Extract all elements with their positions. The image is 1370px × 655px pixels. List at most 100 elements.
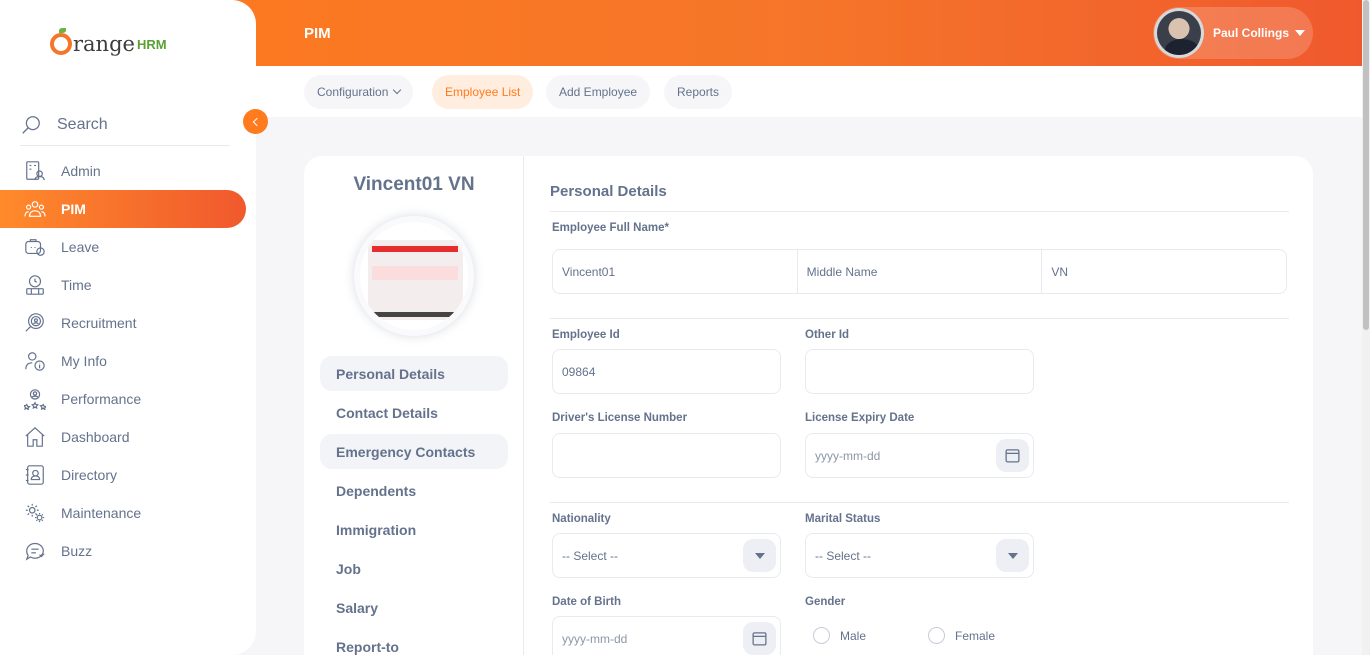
dob-label: Date of Birth xyxy=(552,596,621,608)
caret-down-icon xyxy=(754,552,765,559)
caret-down-icon xyxy=(1295,30,1306,36)
marital-status-select[interactable]: -- Select -- xyxy=(805,533,1034,578)
license-number-label: Driver's License Number xyxy=(552,412,688,424)
license-expiry-label: License Expiry Date xyxy=(805,412,915,424)
sidebar-item-leave[interactable]: Leave xyxy=(0,228,246,266)
other-id-label: Other Id xyxy=(805,329,850,341)
tab-personal-details[interactable]: Personal Details xyxy=(320,356,508,391)
recruitment-icon xyxy=(25,313,44,332)
sidebar-collapse-button[interactable] xyxy=(243,109,268,134)
performance-icon xyxy=(24,389,46,410)
pim-icon xyxy=(24,201,46,217)
nationality-value: -- Select -- xyxy=(562,548,619,563)
module-title: PIM xyxy=(304,25,331,42)
employee-id-label: Employee Id xyxy=(552,329,620,341)
sidebar-search[interactable]: Search xyxy=(20,104,230,146)
sidebar-item-performance[interactable]: Performance xyxy=(0,380,246,418)
last-name-input[interactable]: VN xyxy=(1042,250,1286,293)
logo-word: range xyxy=(73,32,135,56)
dob-input[interactable]: yyyy-mm-dd xyxy=(552,616,781,655)
sidebar-item-label: Dashboard xyxy=(61,429,130,445)
logo-suffix: HRM xyxy=(136,36,167,52)
maintenance-icon xyxy=(25,503,45,523)
reports-link[interactable]: Reports xyxy=(664,75,733,109)
employee-photo[interactable] xyxy=(354,216,474,336)
gender-label: Gender xyxy=(805,596,846,608)
admin-icon xyxy=(26,161,45,181)
marital-status-dropdown-button[interactable] xyxy=(996,539,1029,572)
sidebar-item-directory[interactable]: Directory xyxy=(0,456,246,494)
radio-button[interactable] xyxy=(928,627,945,644)
sidebar-item-label: Time xyxy=(61,277,92,293)
chevron-down-icon xyxy=(393,85,402,95)
tab-contact-details[interactable]: Contact Details xyxy=(320,395,508,430)
calendar-icon xyxy=(752,632,767,646)
sidebar-item-label: Maintenance xyxy=(61,505,142,521)
tab-salary[interactable]: Salary xyxy=(320,590,508,625)
directory-icon xyxy=(25,465,44,485)
user-dropdown[interactable]: Paul Collings xyxy=(1153,7,1313,59)
nationality-select[interactable]: -- Select -- xyxy=(552,533,781,578)
section-title: Personal Details xyxy=(550,183,667,200)
employee-name: Vincent01 VN xyxy=(353,174,475,195)
tab-emergency-contacts[interactable]: Emergency Contacts xyxy=(320,434,508,469)
sidebar-item-dashboard[interactable]: Dashboard xyxy=(0,418,246,456)
sidebar-item-label: Admin xyxy=(61,163,101,179)
divider xyxy=(550,318,1289,319)
leave-icon xyxy=(25,239,45,256)
sidebar-item-pim[interactable]: PIM xyxy=(0,190,246,228)
calendar-button[interactable] xyxy=(996,439,1029,472)
my-info-icon xyxy=(25,352,45,371)
configuration-menu[interactable]: Configuration xyxy=(304,75,414,109)
orangehrm-logo[interactable]: range HRM xyxy=(50,28,167,56)
sidebar-item-admin[interactable]: Admin xyxy=(0,152,246,190)
sidebar-item-label: My Info xyxy=(61,353,107,369)
radio-button[interactable] xyxy=(813,627,830,644)
sidebar-item-label: PIM xyxy=(61,201,86,217)
page-scrollbar[interactable] xyxy=(1362,0,1370,655)
license-expiry-input[interactable]: yyyy-mm-dd xyxy=(805,433,1034,478)
search-label: Search xyxy=(57,115,108,133)
sidebar-item-label: Performance xyxy=(61,391,142,407)
nationality-dropdown-button[interactable] xyxy=(743,539,776,572)
sidebar-item-buzz[interactable]: Buzz xyxy=(0,532,246,570)
add-employee-link[interactable]: Add Employee xyxy=(546,75,651,109)
top-subnav: Configuration Employee List Add Employee… xyxy=(256,66,1362,117)
employee-id-input[interactable]: 09864 xyxy=(552,349,781,394)
dashboard-icon xyxy=(25,427,45,447)
sidebar-item-label: Recruitment xyxy=(61,315,137,331)
gender-female-option[interactable]: Female xyxy=(928,627,995,644)
photo-thumbnail xyxy=(368,240,463,320)
tab-report-to[interactable]: Report-to xyxy=(320,629,508,655)
tab-dependents[interactable]: Dependents xyxy=(320,473,508,508)
buzz-icon xyxy=(25,542,45,561)
sidebar-item-recruitment[interactable]: Recruitment xyxy=(0,304,246,342)
gender-male-option[interactable]: Male xyxy=(813,627,866,644)
user-name: Paul Collings xyxy=(1213,26,1290,40)
full-name-group: Vincent01 Middle Name VN xyxy=(552,249,1287,294)
user-avatar[interactable] xyxy=(1154,8,1204,58)
sidebar-item-maintenance[interactable]: Maintenance xyxy=(0,494,246,532)
license-number-input[interactable] xyxy=(552,433,781,478)
dob-placeholder: yyyy-mm-dd xyxy=(562,631,628,646)
calendar-icon xyxy=(1005,449,1020,463)
license-expiry-placeholder: yyyy-mm-dd xyxy=(815,448,881,463)
search-icon xyxy=(22,115,40,134)
first-name-input[interactable]: Vincent01 xyxy=(553,250,798,293)
orange-logo-icon xyxy=(50,28,72,55)
tab-immigration[interactable]: Immigration xyxy=(320,512,508,547)
other-id-input[interactable] xyxy=(805,349,1034,394)
sidebar-item-label: Buzz xyxy=(61,543,93,559)
divider xyxy=(550,502,1289,503)
employee-profile-column: Vincent01 VN Personal Details Contact De… xyxy=(304,156,524,655)
sidebar-item-label: Directory xyxy=(61,467,118,483)
calendar-button[interactable] xyxy=(743,622,776,655)
sidebar-item-my-info[interactable]: My Info xyxy=(0,342,246,380)
middle-name-input[interactable]: Middle Name xyxy=(798,250,1043,293)
tab-job[interactable]: Job xyxy=(320,551,508,586)
sidebar-item-label: Leave xyxy=(61,239,100,255)
marital-status-label: Marital Status xyxy=(805,513,881,525)
sidebar-item-time[interactable]: Time xyxy=(0,266,246,304)
employee-list-link[interactable]: Employee List xyxy=(432,75,534,109)
scrollbar-thumb[interactable] xyxy=(1363,0,1369,330)
